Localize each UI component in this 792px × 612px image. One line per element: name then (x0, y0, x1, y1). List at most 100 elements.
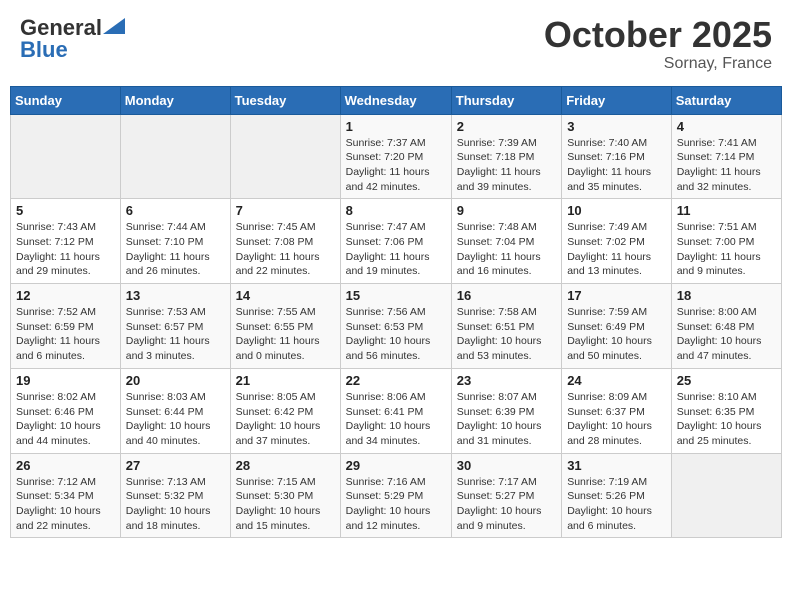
calendar-cell: 12Sunrise: 7:52 AMSunset: 6:59 PMDayligh… (11, 284, 121, 369)
calendar-cell: 13 Sunrise: 7:53 AMSunset: 6:57 PMDayligh… (120, 284, 230, 369)
day-number: 28 (236, 458, 335, 473)
day-number: 13 (126, 288, 225, 303)
day-number: 2 (457, 119, 556, 134)
day-number: 12 (16, 288, 115, 303)
calendar-cell: 11 Sunrise: 7:51 AMSunset: 7:00 PMDayligh… (671, 199, 781, 284)
day-info: Sunrise: 7:12 AMSunset: 5:34 PMDaylight:… (16, 475, 115, 534)
weekday-sunday: Sunday (11, 86, 121, 114)
day-number: 21 (236, 373, 335, 388)
calendar-cell: 24 Sunrise: 8:09 AMSunset: 6:37 PMDayligh… (562, 368, 672, 453)
day-number: 17 (567, 288, 666, 303)
day-number: 20 (126, 373, 225, 388)
day-info: Sunrise: 7:43 AMSunset: 7:12 PMDaylight:… (16, 220, 115, 279)
calendar-cell: 7Sunrise: 7:45 AMSunset: 7:08 PMDaylight… (230, 199, 340, 284)
day-info: Sunrise: 7:53 AMSunset: 6:57 PMDaylight:… (126, 305, 225, 364)
day-info: Sunrise: 8:06 AMSunset: 6:41 PMDaylight:… (346, 390, 446, 449)
day-info: Sunrise: 8:10 AMSunset: 6:35 PMDaylight:… (677, 390, 776, 449)
calendar-cell: 14Sunrise: 7:55 AMSunset: 6:55 PMDayligh… (230, 284, 340, 369)
calendar-week-2: 5 Sunrise: 7:43 AMSunset: 7:12 PMDaylight… (11, 199, 782, 284)
day-number: 22 (346, 373, 446, 388)
calendar-cell (671, 453, 781, 538)
day-number: 24 (567, 373, 666, 388)
day-info: Sunrise: 7:44 AMSunset: 7:10 PMDaylight:… (126, 220, 225, 279)
day-number: 9 (457, 203, 556, 218)
page-header: General Blue October 2025 Sornay, France (10, 10, 782, 78)
calendar-week-4: 19 Sunrise: 8:02 AMSunset: 6:46 PMDayligh… (11, 368, 782, 453)
month-title: October 2025 (544, 15, 772, 55)
day-info: Sunrise: 7:16 AMSunset: 5:29 PMDaylight:… (346, 475, 446, 534)
day-info: Sunrise: 7:40 AMSunset: 7:16 PMDaylight:… (567, 136, 666, 195)
calendar-week-5: 26 Sunrise: 7:12 AMSunset: 5:34 PMDayligh… (11, 453, 782, 538)
day-number: 19 (16, 373, 115, 388)
calendar-cell: 20 Sunrise: 8:03 AMSunset: 6:44 PMDayligh… (120, 368, 230, 453)
day-number: 29 (346, 458, 446, 473)
calendar-cell: 16Sunrise: 7:58 AMSunset: 6:51 PMDayligh… (451, 284, 561, 369)
calendar-cell: 8 Sunrise: 7:47 AMSunset: 7:06 PMDaylight… (340, 199, 451, 284)
day-number: 26 (16, 458, 115, 473)
day-info: Sunrise: 8:03 AMSunset: 6:44 PMDaylight:… (126, 390, 225, 449)
day-info: Sunrise: 7:47 AMSunset: 7:06 PMDaylight:… (346, 220, 446, 279)
day-info: Sunrise: 8:00 AMSunset: 6:48 PMDaylight:… (677, 305, 776, 364)
day-info: Sunrise: 7:56 AMSunset: 6:53 PMDaylight:… (346, 305, 446, 364)
day-info: Sunrise: 8:09 AMSunset: 6:37 PMDaylight:… (567, 390, 666, 449)
calendar-cell: 25Sunrise: 8:10 AMSunset: 6:35 PMDayligh… (671, 368, 781, 453)
calendar-cell: 23 Sunrise: 8:07 AMSunset: 6:39 PMDayligh… (451, 368, 561, 453)
day-info: Sunrise: 8:02 AMSunset: 6:46 PMDaylight:… (16, 390, 115, 449)
calendar-body: 1 Sunrise: 7:37 AMSunset: 7:20 PMDaylight… (11, 114, 782, 538)
weekday-tuesday: Tuesday (230, 86, 340, 114)
day-number: 1 (346, 119, 446, 134)
day-info: Sunrise: 7:13 AMSunset: 5:32 PMDaylight:… (126, 475, 225, 534)
day-number: 7 (236, 203, 335, 218)
weekday-saturday: Saturday (671, 86, 781, 114)
day-info: Sunrise: 8:07 AMSunset: 6:39 PMDaylight:… (457, 390, 556, 449)
title-block: October 2025 Sornay, France (544, 15, 772, 73)
calendar-table: SundayMondayTuesdayWednesdayThursdayFrid… (10, 86, 782, 539)
day-info: Sunrise: 7:39 AMSunset: 7:18 PMDaylight:… (457, 136, 556, 195)
calendar-cell: 21 Sunrise: 8:05 AMSunset: 6:42 PMDayligh… (230, 368, 340, 453)
calendar-cell: 26 Sunrise: 7:12 AMSunset: 5:34 PMDayligh… (11, 453, 121, 538)
day-number: 27 (126, 458, 225, 473)
day-number: 30 (457, 458, 556, 473)
day-info: Sunrise: 7:59 AMSunset: 6:49 PMDaylight:… (567, 305, 666, 364)
calendar-cell: 30 Sunrise: 7:17 AMSunset: 5:27 PMDayligh… (451, 453, 561, 538)
day-info: Sunrise: 7:49 AMSunset: 7:02 PMDaylight:… (567, 220, 666, 279)
day-info: Sunrise: 7:19 AMSunset: 5:26 PMDaylight:… (567, 475, 666, 534)
day-number: 4 (677, 119, 776, 134)
calendar-cell: 2 Sunrise: 7:39 AMSunset: 7:18 PMDaylight… (451, 114, 561, 199)
day-number: 15 (346, 288, 446, 303)
calendar-cell: 18Sunrise: 8:00 AMSunset: 6:48 PMDayligh… (671, 284, 781, 369)
day-number: 3 (567, 119, 666, 134)
calendar-cell: 9Sunrise: 7:48 AMSunset: 7:04 PMDaylight… (451, 199, 561, 284)
weekday-monday: Monday (120, 86, 230, 114)
day-number: 23 (457, 373, 556, 388)
calendar-cell: 15 Sunrise: 7:56 AMSunset: 6:53 PMDayligh… (340, 284, 451, 369)
weekday-wednesday: Wednesday (340, 86, 451, 114)
location: Sornay, France (544, 55, 772, 73)
calendar-cell: 4Sunrise: 7:41 AMSunset: 7:14 PMDaylight… (671, 114, 781, 199)
calendar-cell: 31 Sunrise: 7:19 AMSunset: 5:26 PMDayligh… (562, 453, 672, 538)
calendar-cell (230, 114, 340, 199)
day-number: 8 (346, 203, 446, 218)
calendar-cell: 6 Sunrise: 7:44 AMSunset: 7:10 PMDaylight… (120, 199, 230, 284)
day-info: Sunrise: 7:58 AMSunset: 6:51 PMDaylight:… (457, 305, 556, 364)
day-info: Sunrise: 7:17 AMSunset: 5:27 PMDaylight:… (457, 475, 556, 534)
day-number: 6 (126, 203, 225, 218)
calendar-week-3: 12Sunrise: 7:52 AMSunset: 6:59 PMDayligh… (11, 284, 782, 369)
day-info: Sunrise: 7:51 AMSunset: 7:00 PMDaylight:… (677, 220, 776, 279)
calendar-cell: 28 Sunrise: 7:15 AMSunset: 5:30 PMDayligh… (230, 453, 340, 538)
calendar-cell (11, 114, 121, 199)
calendar-cell: 29 Sunrise: 7:16 AMSunset: 5:29 PMDayligh… (340, 453, 451, 538)
day-number: 10 (567, 203, 666, 218)
calendar-cell: 22 Sunrise: 8:06 AMSunset: 6:41 PMDayligh… (340, 368, 451, 453)
calendar-cell: 10 Sunrise: 7:49 AMSunset: 7:02 PMDayligh… (562, 199, 672, 284)
calendar-week-1: 1 Sunrise: 7:37 AMSunset: 7:20 PMDaylight… (11, 114, 782, 199)
day-number: 31 (567, 458, 666, 473)
logo: General Blue (20, 15, 125, 63)
day-info: Sunrise: 7:15 AMSunset: 5:30 PMDaylight:… (236, 475, 335, 534)
day-info: Sunrise: 7:37 AMSunset: 7:20 PMDaylight:… (346, 136, 446, 195)
day-info: Sunrise: 8:05 AMSunset: 6:42 PMDaylight:… (236, 390, 335, 449)
day-number: 5 (16, 203, 115, 218)
day-number: 14 (236, 288, 335, 303)
logo-blue: Blue (20, 37, 68, 63)
day-number: 11 (677, 203, 776, 218)
